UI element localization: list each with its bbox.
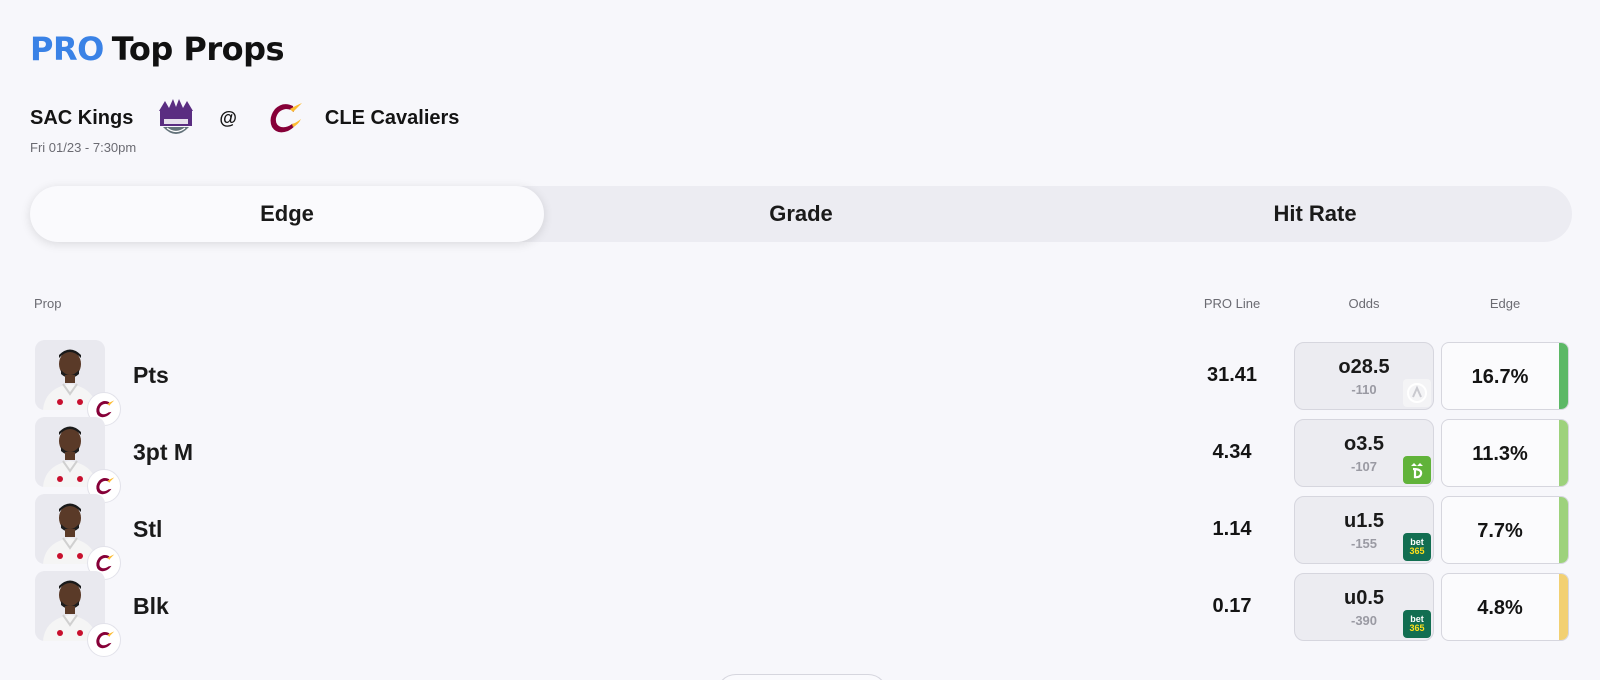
page-title: PRO Top Props <box>30 30 285 68</box>
tab-edge[interactable]: Edge <box>30 186 544 242</box>
edge-cell: 4.8% <box>1441 573 1569 641</box>
home-team-name: CLE Cavaliers <box>324 106 460 129</box>
draftkings-glyph-icon <box>1411 463 1423 479</box>
at-symbol: @ <box>219 107 237 128</box>
column-header-pro-line: PRO Line <box>1203 296 1261 311</box>
player-avatar <box>35 494 121 580</box>
team-badge-icon <box>87 623 121 657</box>
odds-line: u1.5 <box>1343 510 1385 532</box>
bet365-text-bottom: 365 <box>1409 546 1425 556</box>
cavaliers-badge-icon <box>96 631 115 649</box>
bet365-icon: bet 365 <box>1403 533 1431 561</box>
edge-indicator <box>1559 574 1568 640</box>
show-more-button[interactable] <box>716 674 888 680</box>
player-avatar <box>35 340 121 426</box>
prop-row[interactable]: Pts 31.41 o28.5 -110 16.7% <box>0 340 1600 426</box>
tab-grade[interactable]: Grade <box>544 186 1058 242</box>
pro-line-value: 4.34 <box>1212 441 1252 463</box>
column-header-odds: Odds <box>1348 296 1380 311</box>
prop-row[interactable]: Stl 1.14 u1.5 -155 bet 365 7.7% <box>0 494 1600 580</box>
edge-value: 11.3% <box>1472 443 1528 465</box>
top-props-page: PRO Top Props SAC Kings @ CLE Cavaliers F… <box>0 0 1600 680</box>
matchup-header: SAC Kings @ CLE Cavaliers <box>30 96 459 140</box>
game-datetime: Fri 01/23 - 7:30pm <box>30 140 137 155</box>
column-header-edge: Edge <box>1489 296 1521 311</box>
odds-line: o28.5 <box>1338 356 1390 378</box>
edge-cell: 11.3% <box>1441 419 1569 487</box>
edge-indicator <box>1559 420 1568 486</box>
pro-line-value: 31.41 <box>1206 364 1258 386</box>
pro-line-value: 1.14 <box>1212 518 1252 540</box>
odds-button[interactable]: u0.5 -390 bet 365 <box>1294 573 1434 641</box>
odds-line: u0.5 <box>1343 587 1385 609</box>
tab-hit-rate[interactable]: Hit Rate <box>1058 186 1572 242</box>
cleveland-cavaliers-logo-icon <box>270 103 302 133</box>
odds-line: o3.5 <box>1343 433 1385 455</box>
odds-button[interactable]: o28.5 -110 <box>1294 342 1434 410</box>
odds-button[interactable]: u1.5 -155 bet 365 <box>1294 496 1434 564</box>
title-text: Top Props <box>111 30 285 68</box>
draftkings-icon <box>1403 456 1431 484</box>
player-avatar <box>35 571 121 657</box>
sacramento-kings-logo-icon <box>159 99 194 134</box>
prop-row[interactable]: Blk 0.17 u0.5 -390 bet 365 4.8% <box>0 571 1600 657</box>
bet365-icon: bet 365 <box>1403 610 1431 638</box>
prop-label: 3pt M <box>133 439 194 465</box>
away-team-name: SAC Kings <box>30 106 134 129</box>
edge-value: 16.7% <box>1471 366 1529 388</box>
edge-indicator <box>1559 497 1568 563</box>
fanatics-glyph-icon <box>1407 383 1427 403</box>
edge-cell: 7.7% <box>1441 496 1569 564</box>
edge-indicator <box>1559 343 1568 409</box>
pro-line-value: 0.17 <box>1212 595 1252 617</box>
bet365-text-bottom: 365 <box>1409 623 1425 633</box>
edge-value: 7.7% <box>1477 520 1523 542</box>
pro-label: PRO <box>30 30 104 68</box>
edge-value: 4.8% <box>1477 597 1523 619</box>
fanatics-icon <box>1403 379 1431 407</box>
prop-label: Pts <box>133 362 169 388</box>
column-header-prop: Prop <box>34 296 62 311</box>
sort-tabs: Edge Grade Hit Rate <box>30 186 1572 242</box>
prop-label: Stl <box>133 516 163 542</box>
edge-cell: 16.7% <box>1441 342 1569 410</box>
prop-label: Blk <box>133 593 169 619</box>
prop-row[interactable]: 3pt M 4.34 o3.5 -107 11.3% <box>0 417 1600 503</box>
props-list: Pts 31.41 o28.5 -110 16.7% 3pt M 4.34 o3… <box>0 340 1600 657</box>
odds-button[interactable]: o3.5 -107 <box>1294 419 1434 487</box>
player-avatar <box>35 417 121 503</box>
